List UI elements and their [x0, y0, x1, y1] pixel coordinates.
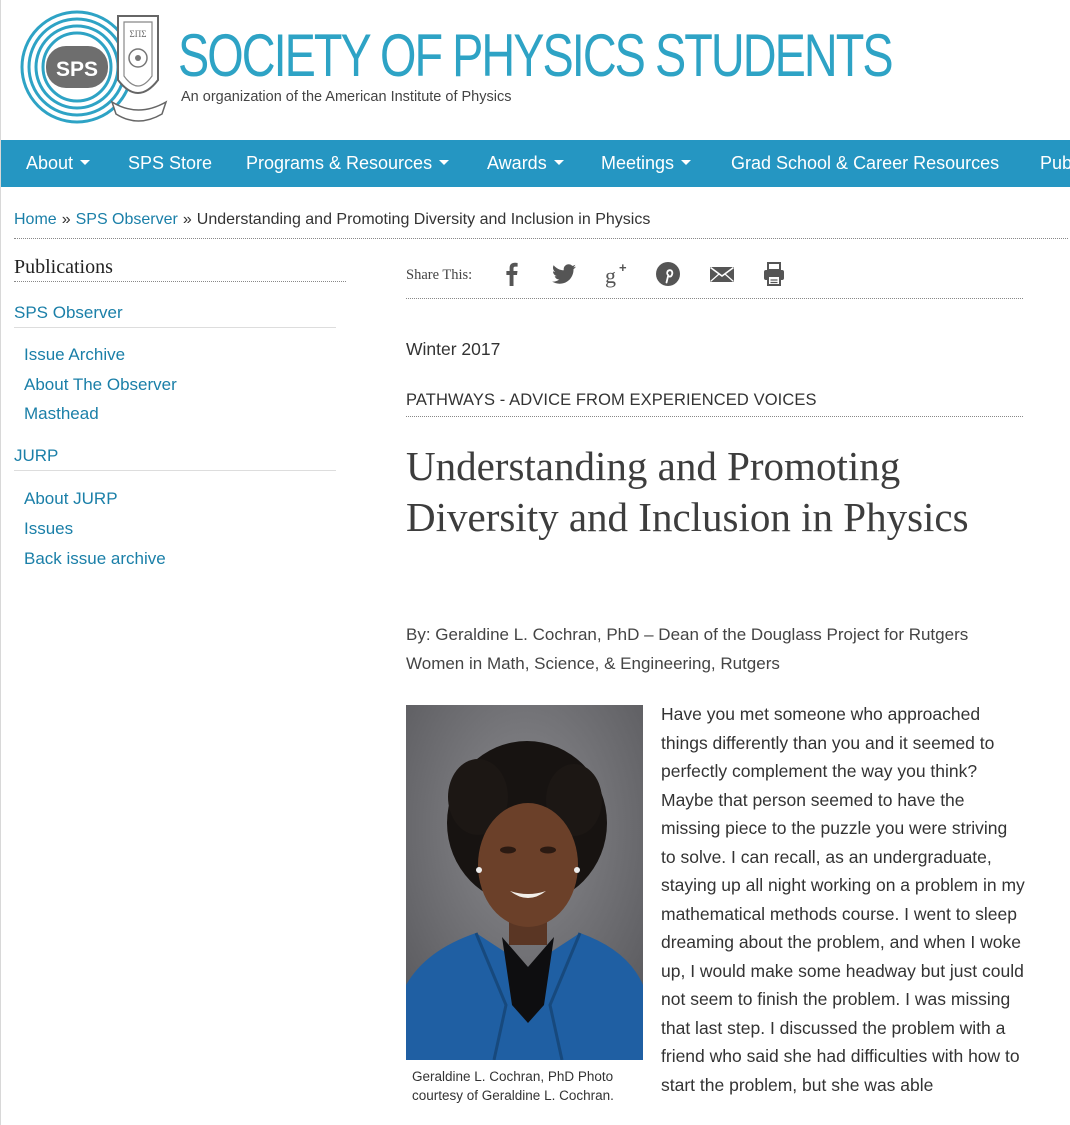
google-plus-icon[interactable]: g +	[604, 260, 632, 288]
breadcrumb-separator: »	[61, 211, 71, 228]
sps-crest: ΣΠΣ	[110, 15, 168, 122]
sidebar-section-divider	[14, 470, 336, 471]
breadcrumb-separator: »	[182, 211, 192, 228]
breadcrumb-current: Understanding and Promoting Diversity an…	[196, 211, 651, 228]
nav-about-label: About	[26, 153, 74, 173]
breadcrumb-home[interactable]: Home	[14, 211, 57, 228]
nav-programs-resources[interactable]: Programs & Resources	[246, 140, 450, 187]
issue-label: Winter 2017	[406, 339, 501, 359]
nav-meetings[interactable]: Meetings	[601, 140, 692, 187]
nav-sps-store[interactable]: SPS Store	[128, 140, 212, 187]
print-icon[interactable]	[760, 260, 788, 288]
sidebar-item-masthead[interactable]: Masthead	[24, 404, 99, 424]
sidebar-item-about-observer[interactable]: About The Observer	[24, 375, 177, 395]
author-photo	[406, 705, 643, 1060]
chevron-down-icon	[681, 159, 692, 165]
nav-publications-label: Pub	[1040, 153, 1070, 173]
chevron-down-icon	[553, 159, 564, 165]
site-tagline: An organization of the American Institut…	[181, 89, 512, 105]
author-portrait-image	[406, 705, 643, 1060]
share-label: Share This:	[406, 267, 473, 283]
sidebar-item-about-jurp[interactable]: About JURP	[24, 489, 118, 509]
nav-grad-school-label: Grad School & Career Resources	[731, 153, 1000, 173]
breadcrumb-sps-observer[interactable]: SPS Observer	[76, 211, 178, 228]
nav-sps-store-label: SPS Store	[128, 153, 213, 173]
twitter-icon[interactable]	[550, 260, 578, 288]
sidebar-section-divider	[14, 327, 336, 328]
share-divider	[406, 298, 1023, 299]
sps-logo-seal[interactable]: SPS ΣΠΣ	[20, 10, 176, 128]
breadcrumb: Home» SPS Observer» Understanding and Prom…	[14, 211, 650, 229]
nav-grad-school-career[interactable]: Grad School & Career Resources	[731, 140, 999, 187]
sidebar-heading-divider	[14, 281, 346, 282]
nav-about[interactable]: About	[26, 140, 91, 187]
site-title[interactable]: SOCIETY OF PHYSICS STUDENTS	[178, 26, 894, 86]
sidebar-section-sps-observer[interactable]: SPS Observer	[14, 303, 123, 323]
svg-text:+: +	[619, 260, 627, 275]
sidebar-item-back-issue-archive[interactable]: Back issue archive	[24, 549, 166, 569]
article-title: Understanding and Promoting Diversity an…	[406, 443, 969, 540]
nav-publications[interactable]: Pub	[1040, 140, 1070, 187]
sidebar-section-jurp[interactable]: JURP	[14, 446, 58, 466]
sidebar-item-issue-archive[interactable]: Issue Archive	[24, 345, 125, 365]
main-nav: About SPS Store Programs & Resources Awa…	[1, 140, 1070, 187]
nav-awards[interactable]: Awards	[487, 140, 564, 187]
article-category[interactable]: PATHWAYS - ADVICE FROM EXPERIENCED VOICE…	[406, 391, 817, 410]
article-body: Have you met someone who approached thin…	[661, 704, 1025, 1095]
nav-awards-label: Awards	[487, 153, 547, 173]
article-byline: By: Geraldine L. Cochran, PhD – Dean of …	[406, 625, 969, 673]
email-icon[interactable]	[708, 260, 736, 288]
pinterest-icon[interactable]	[654, 260, 682, 288]
chevron-down-icon	[439, 159, 450, 165]
chevron-down-icon	[80, 159, 91, 165]
sps-crest-letters: ΣΠΣ	[130, 29, 147, 39]
nav-programs-label: Programs & Resources	[246, 153, 433, 173]
photo-caption: Geraldine L. Cochran, PhD Photo courtesy…	[412, 1069, 614, 1103]
sidebar-heading: Publications	[14, 256, 113, 278]
sidebar-item-issues[interactable]: Issues	[24, 519, 73, 539]
nav-meetings-label: Meetings	[601, 153, 675, 173]
facebook-icon[interactable]	[498, 260, 526, 288]
category-divider	[406, 416, 1023, 417]
sps-logo-badge-text: SPS	[56, 58, 98, 81]
breadcrumb-divider	[14, 238, 1068, 239]
svg-text:g: g	[605, 263, 616, 288]
site-header: SPS ΣΠΣ SOCIETY OF PHYSICS STUDENTS An o…	[0, 0, 1070, 140]
